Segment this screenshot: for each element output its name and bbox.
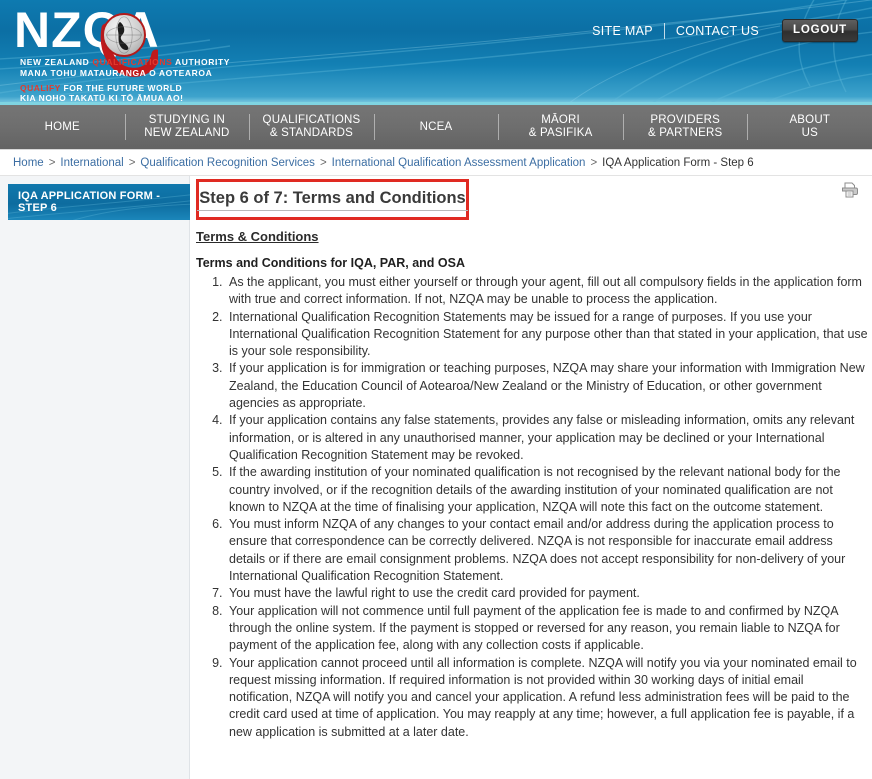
nav-label-line1: NCEA — [419, 120, 453, 133]
printer-icon[interactable] — [840, 181, 860, 199]
nav-label-line2: & PARTNERS — [647, 127, 723, 139]
page-title-highlight-box: Step 6 of 7: Terms and Conditions — [196, 179, 469, 220]
breadcrumb: Home > International > Qualification Rec… — [0, 150, 872, 176]
logo-tagline-line1: QUALIFY FOR THE FUTURE WORLD — [20, 83, 183, 93]
sidebar-header: IQA APPLICATION FORM - STEP 6 — [8, 184, 190, 220]
terms-list: As the applicant, you must either yourse… — [196, 274, 868, 741]
sidebar-header-label: IQA APPLICATION FORM - STEP 6 — [18, 190, 161, 214]
nav-label-line2: NEW ZEALAND — [144, 127, 230, 139]
terms-list-item: If the awarding institution of your nomi… — [226, 464, 868, 516]
nav-label-line1: ABOUT — [789, 114, 831, 126]
nav-label-line2: US — [801, 127, 818, 139]
contact-us-link[interactable]: CONTACT US — [665, 24, 770, 38]
terms-section-heading: Terms and Conditions for IQA, PAR, and O… — [196, 256, 465, 270]
logo-subtitle-line2: MANA TOHU MATAURANGA O AOTEAROA — [20, 68, 213, 78]
page-title: Step 6 of 7: Terms and Conditions — [197, 189, 468, 211]
breadcrumb-item-international[interactable]: International — [60, 157, 123, 169]
nav-label-line2: & STANDARDS — [269, 127, 354, 139]
terms-list-item: If your application is for immigration o… — [226, 360, 868, 412]
sidebar: IQA APPLICATION FORM - STEP 6 — [0, 176, 190, 779]
terms-list-item: As the applicant, you must either yourse… — [226, 274, 868, 309]
page-body: IQA APPLICATION FORM - STEP 6 Step 6 of … — [0, 176, 872, 779]
nav-label-line1: MĀORI — [541, 114, 580, 126]
breadcrumb-separator: > — [48, 156, 56, 169]
utility-nav: SITE MAP CONTACT US LOGOUT — [581, 19, 858, 42]
main-content: Step 6 of 7: Terms and Conditions Terms … — [190, 176, 872, 779]
nzqa-logo[interactable]: NZQA NEW ZEALAND QUALIFICATIONS AUTHORIT… — [14, 4, 229, 103]
nav-label-line1: PROVIDERS — [650, 114, 720, 126]
nav-item-about-us[interactable]: ABOUT US — [747, 105, 872, 149]
logo-subtitle-line1: NEW ZEALAND QUALIFICATIONS AUTHORITY — [20, 57, 231, 67]
globe-meridians-icon — [105, 16, 143, 54]
sidebar-body — [0, 220, 189, 779]
terms-list-item: You must have the lawful right to use th… — [226, 585, 868, 602]
site-header: NZQA NEW ZEALAND QUALIFICATIONS AUTHORIT… — [0, 0, 872, 105]
site-map-link[interactable]: SITE MAP — [581, 24, 664, 38]
main-navigation: HOME STUDYING IN NEW ZEALAND QUALIFICATI… — [0, 105, 872, 150]
nav-label-line1: STUDYING IN — [148, 114, 226, 126]
breadcrumb-item-current: IQA Application Form - Step 6 — [602, 156, 754, 169]
nav-item-maori-and-pasifika[interactable]: MĀORI & PASIFIKA — [498, 105, 623, 149]
nav-item-ncea[interactable]: NCEA — [373, 105, 499, 149]
terms-and-conditions-link[interactable]: Terms & Conditions — [196, 229, 319, 244]
logout-button[interactable]: LOGOUT — [782, 19, 858, 42]
breadcrumb-separator: > — [590, 156, 598, 169]
nav-item-home[interactable]: HOME — [0, 105, 125, 149]
terms-list-item: Your application will not commence until… — [226, 603, 868, 655]
logo-globe-icon — [102, 13, 146, 57]
breadcrumb-separator: > — [128, 156, 136, 169]
breadcrumb-separator: > — [319, 156, 327, 169]
nav-label-line2: & PASIFIKA — [528, 127, 593, 139]
terms-list-item: Your application cannot proceed until al… — [226, 655, 868, 741]
nav-item-providers-and-partners[interactable]: PROVIDERS & PARTNERS — [622, 105, 748, 149]
breadcrumb-item-home[interactable]: Home — [13, 157, 44, 169]
breadcrumb-item-qualification-recognition-services[interactable]: Qualification Recognition Services — [140, 157, 315, 169]
terms-list-item: You must inform NZQA of any changes to y… — [226, 516, 868, 585]
terms-list-item: If your application contains any false s… — [226, 412, 868, 464]
breadcrumb-item-international-qualification-assessment-application[interactable]: International Qualification Assessment A… — [332, 157, 586, 169]
nav-label-line1: HOME — [44, 120, 80, 133]
nav-label-line1: QUALIFICATIONS — [262, 114, 361, 126]
terms-list-item: International Qualification Recognition … — [226, 309, 868, 361]
nav-item-qualifications-and-standards[interactable]: QUALIFICATIONS & STANDARDS — [249, 105, 374, 149]
nav-item-studying-in-new-zealand[interactable]: STUDYING IN NEW ZEALAND — [124, 105, 250, 149]
